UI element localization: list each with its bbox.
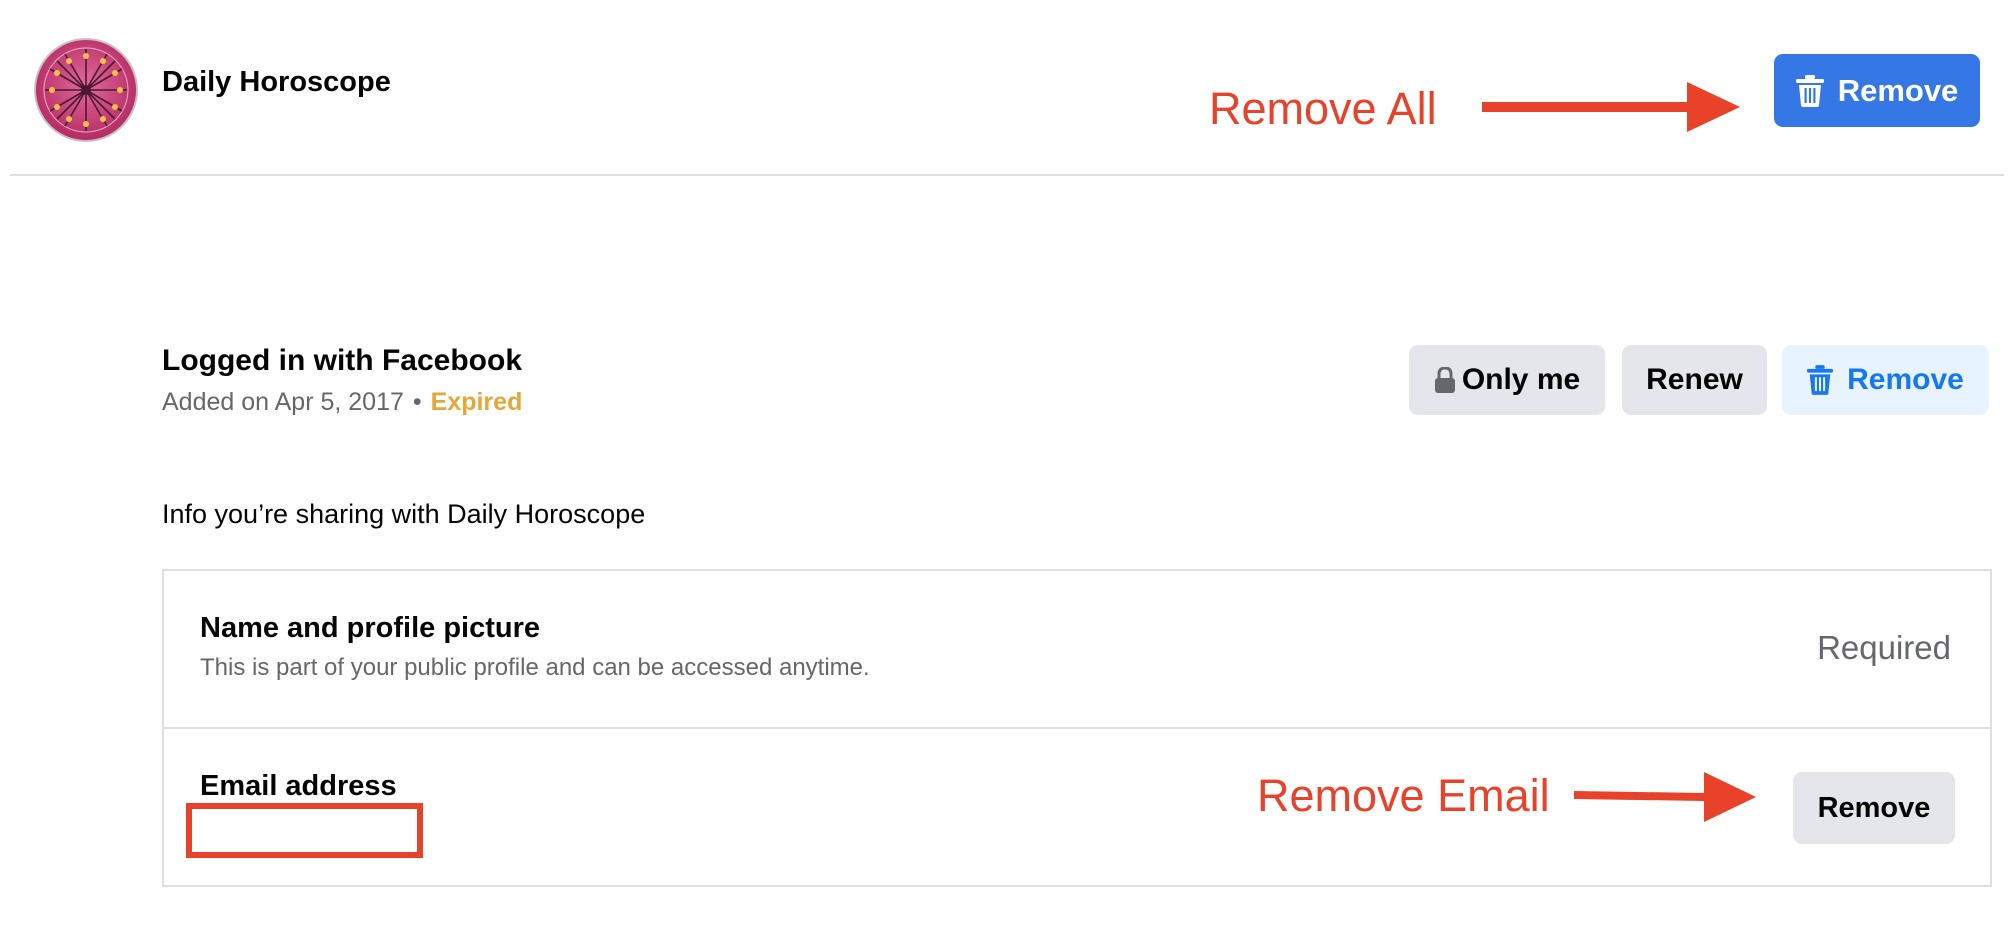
audience-label: Only me xyxy=(1461,363,1581,396)
remove-email-button[interactable]: Remove xyxy=(1793,772,1955,844)
meta-separator: • xyxy=(412,388,422,416)
audience-selector-button[interactable]: Only me xyxy=(1409,345,1605,415)
sharing-heading: Info you’re sharing with Daily Horoscope xyxy=(162,499,646,529)
permission-title: Email address xyxy=(200,770,397,802)
remove-login-button[interactable]: Remove xyxy=(1782,345,1989,415)
permission-title: Name and profile picture xyxy=(200,612,541,644)
permission-status: Required xyxy=(1817,629,1951,666)
trash-icon xyxy=(1795,74,1824,107)
permission-row-divider xyxy=(164,727,1990,729)
added-on-date: Added on Apr 5, 2017 xyxy=(162,388,404,416)
renew-button[interactable]: Renew xyxy=(1622,345,1767,415)
remove-all-button[interactable]: Remove xyxy=(1774,54,1980,127)
remove-login-label: Remove xyxy=(1847,363,1964,396)
annotation-remove-email: Remove Email xyxy=(1257,770,1550,821)
arrow-right-icon xyxy=(1482,82,1740,132)
permission-description: This is part of your public profile and … xyxy=(200,654,870,681)
redaction-highlight xyxy=(186,803,423,858)
annotation-remove-all: Remove All xyxy=(1209,83,1437,134)
status-badge: Expired xyxy=(430,388,523,416)
app-icon xyxy=(33,37,139,143)
header-divider xyxy=(10,174,2004,176)
login-title: Logged in with Facebook xyxy=(162,344,522,377)
app-title: Daily Horoscope xyxy=(162,66,391,98)
lock-icon xyxy=(1434,367,1455,393)
trash-icon xyxy=(1807,365,1834,395)
remove-all-label: Remove xyxy=(1837,72,1959,108)
arrow-right-icon xyxy=(1574,772,1756,822)
login-meta: Added on Apr 5, 2017 • Expired xyxy=(162,384,522,420)
